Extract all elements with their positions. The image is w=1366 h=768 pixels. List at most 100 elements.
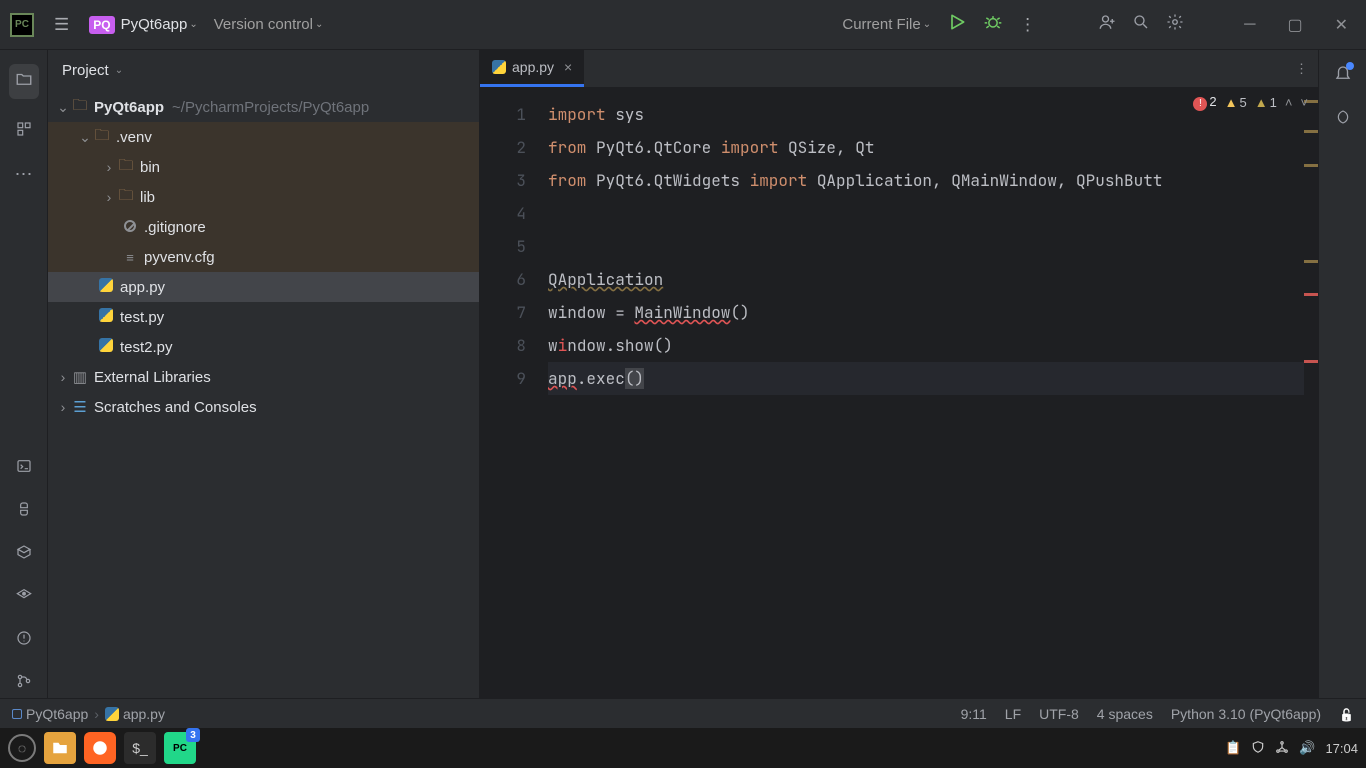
tree-label: app.py (120, 279, 165, 296)
inspection-errors[interactable]: !2 (1193, 94, 1216, 111)
browser-icon[interactable] (84, 732, 116, 764)
tray-shield-icon[interactable] (1251, 740, 1265, 757)
line-number: 8 (480, 329, 526, 362)
code-with-me-icon[interactable] (1098, 13, 1116, 36)
project-panel-header[interactable]: Project ⌄ (48, 50, 479, 90)
breadcrumb-file[interactable]: app.py (105, 706, 165, 722)
run-button[interactable] (947, 12, 967, 37)
file-manager-icon[interactable] (44, 732, 76, 764)
python-console-icon[interactable] (16, 501, 32, 522)
tree-venv[interactable]: ⌄ 🗀 .venv (48, 122, 479, 152)
line-number: 1 (480, 98, 526, 131)
close-icon[interactable]: × (564, 59, 572, 75)
project-selector[interactable]: PQ PyQt6app ⌄ (89, 16, 197, 34)
start-menu-button[interactable]: ◌ (8, 734, 36, 762)
search-everywhere-icon[interactable] (1132, 13, 1150, 36)
editor-error-stripe[interactable] (1304, 88, 1318, 716)
tree-label: bin (140, 159, 160, 176)
settings-icon[interactable] (1166, 13, 1184, 36)
tree-label: .venv (116, 129, 152, 146)
editor-gutter: 1 2 3 4 5 6 7 8 9 (480, 88, 540, 716)
services-tool-icon[interactable] (16, 587, 32, 608)
gitignore-icon (120, 219, 140, 236)
readonly-toggle-icon[interactable] (1339, 706, 1354, 722)
tree-pyvenvcfg[interactable]: pyvenv.cfg (48, 242, 479, 272)
tree-label: .gitignore (144, 219, 206, 236)
tree-test2-py[interactable]: test2.py (48, 332, 479, 362)
python-packages-icon[interactable] (16, 544, 32, 565)
tree-scratches[interactable]: › Scratches and Consoles (48, 392, 479, 422)
code-editor[interactable]: 1 2 3 4 5 6 7 8 9 import sys from PyQt6.… (480, 88, 1318, 716)
tree-label: External Libraries (94, 369, 211, 386)
tray-clock[interactable]: 17:04 (1325, 741, 1358, 756)
line-number: 3 (480, 164, 526, 197)
tree-bin[interactable]: › 🗀 bin (48, 152, 479, 182)
tab-app-py[interactable]: app.py × (480, 50, 584, 87)
terminal-tool-icon[interactable] (16, 458, 32, 479)
window-maximize-button[interactable]: ▢ (1279, 11, 1310, 39)
code-content[interactable]: import sys from PyQt6.QtCore import QSiz… (540, 88, 1304, 716)
ai-assistant-icon[interactable] (1335, 109, 1351, 130)
project-panel-title: Project (62, 62, 109, 79)
vcs-tool-icon[interactable] (16, 673, 32, 694)
notifications-icon[interactable] (1334, 64, 1352, 87)
vcs-selector[interactable]: Version control ⌄ (214, 16, 324, 33)
inspection-weak-count: 1 (1270, 95, 1277, 110)
inspection-error-count: 2 (1209, 94, 1216, 109)
tree-gitignore[interactable]: .gitignore (48, 212, 479, 242)
tree-app-py[interactable]: app.py (48, 272, 479, 302)
tree-label: lib (140, 189, 155, 206)
inspection-warn-count: 5 (1239, 95, 1246, 110)
structure-tool-icon[interactable] (16, 121, 32, 142)
library-icon (70, 368, 90, 386)
folder-icon: 🗀 (70, 95, 90, 120)
tree-label: test2.py (120, 339, 173, 356)
tray-clipboard-icon[interactable]: 📋 (1225, 740, 1241, 756)
tree-path: ~/PycharmProjects/PyQt6app (172, 99, 369, 116)
tree-test-py[interactable]: test.py (48, 302, 479, 332)
more-button[interactable]: ⋮ (1019, 15, 1036, 35)
tree-label: Scratches and Consoles (94, 399, 257, 416)
tree-label: PyQt6app (94, 99, 164, 116)
pycharm-taskbar-icon[interactable]: PC 3 (164, 732, 196, 764)
python-file-icon (96, 308, 116, 326)
project-tree: ⌄ 🗀 PyQt6app ~/PycharmProjects/PyQt6app … (48, 90, 479, 728)
project-badge: PQ (89, 16, 114, 34)
python-file-icon (96, 338, 116, 356)
editor-tabs-more-button[interactable]: ⋮ (1285, 50, 1318, 87)
line-number: 5 (480, 230, 526, 263)
indent-settings[interactable]: 4 spaces (1097, 706, 1153, 722)
run-config-selector[interactable]: Current File ⌄ (842, 16, 931, 33)
inspection-weak[interactable]: ▲1 (1255, 95, 1277, 110)
file-encoding[interactable]: UTF-8 (1039, 706, 1079, 722)
problems-tool-icon[interactable] (16, 630, 32, 651)
interpreter-selector[interactable]: Python 3.10 (PyQt6app) (1171, 706, 1321, 722)
more-tools-icon[interactable]: ⋯ (15, 164, 33, 185)
chevron-down-icon: ⌄ (115, 65, 123, 76)
inspection-warnings[interactable]: ▲5 (1225, 95, 1247, 110)
prev-highlight-button[interactable]: ˄ (1285, 95, 1293, 110)
tray-volume-icon[interactable]: 🔊 (1299, 740, 1315, 756)
project-tool-icon[interactable] (9, 64, 39, 99)
next-highlight-button[interactable]: ˅ (1300, 95, 1308, 110)
folder-icon: 🗀 (116, 155, 136, 180)
debug-button[interactable] (983, 12, 1003, 37)
tray-network-icon[interactable] (1275, 740, 1289, 757)
breadcrumb-root[interactable]: PyQt6app (12, 706, 88, 722)
config-file-icon (120, 249, 140, 266)
tree-external-libraries[interactable]: › External Libraries (48, 362, 479, 392)
run-config-label: Current File (842, 16, 920, 33)
chevron-down-icon: ⌄ (189, 19, 197, 30)
window-close-button[interactable]: ✕ (1327, 11, 1356, 39)
tree-label: pyvenv.cfg (144, 249, 215, 266)
window-minimize-button[interactable]: ─ (1236, 12, 1263, 38)
tree-lib[interactable]: › 🗀 lib (48, 182, 479, 212)
notification-dot-icon (1346, 62, 1354, 70)
line-separator[interactable]: LF (1005, 706, 1021, 722)
inspection-summary[interactable]: !2 ▲5 ▲1 ˄ ˅ (1193, 94, 1308, 111)
tree-project-root[interactable]: ⌄ 🗀 PyQt6app ~/PycharmProjects/PyQt6app (48, 92, 479, 122)
main-menu-button[interactable]: ☰ (50, 11, 73, 39)
system-tray: 📋 🔊 17:04 (1225, 740, 1358, 757)
caret-position[interactable]: 9:11 (961, 706, 987, 722)
terminal-icon[interactable]: $_ (124, 732, 156, 764)
